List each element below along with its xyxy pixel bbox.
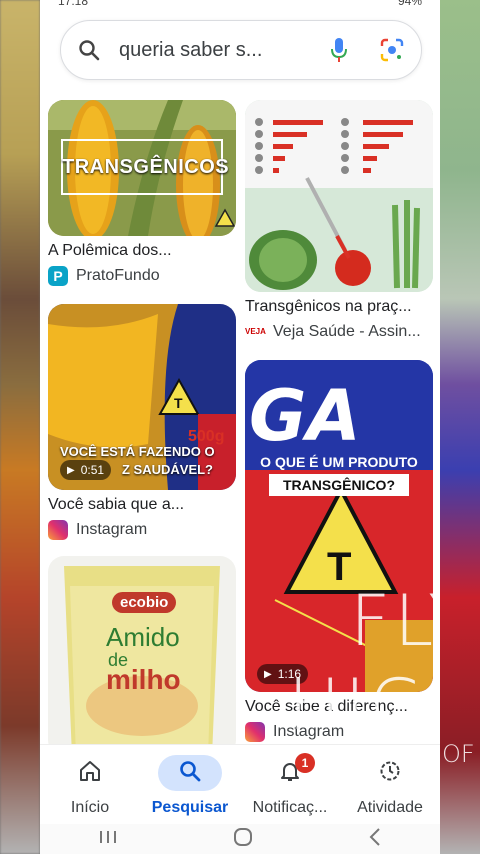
svg-text:T: T [174,395,183,411]
bottom-navigation: Início Pesquisar 1 Notificaç... Atividad… [40,744,440,824]
video-duration-4: 1:16 [277,667,302,681]
result-image-3[interactable]: T 500g VOCÊ ESTÁ FAZENDO O Z SAUDÁVEL? ▶… [48,304,236,490]
result-title-2[interactable]: Transgênicos na praç... [245,298,433,316]
search-icon [77,38,101,62]
nav-label-search: Pesquisar [151,799,229,816]
recent-apps-icon[interactable] [97,829,119,850]
back-icon[interactable] [367,827,383,852]
instagram-icon [48,520,68,540]
video-duration-3: 0:51 [80,463,105,477]
history-clock-icon [378,759,402,788]
nav-label-notifications: Notificaç... [252,799,328,816]
result-overlay-3a: VOCÊ ESTÁ FAZENDO O [60,444,215,459]
result-source-name-3: Instagram [76,521,148,538]
nav-item-search[interactable]: Pesquisar [140,745,240,824]
result-title-4[interactable]: Você sabe a diferenç... [245,698,433,716]
result-source-1: P PratoFundo [48,266,236,286]
play-icon: ▶ [264,668,272,680]
background-right [440,0,480,854]
nav-label-activity: Atividade [357,799,423,816]
notification-count-badge: 1 [295,753,315,773]
product-name-line3: milho [106,664,181,695]
result-image-4[interactable]: GA T O QUE É UM PRODUTO TRANSGÊNICO? ▶ 1… [245,360,433,692]
nav-item-notifications[interactable]: 1 Notificaç... [240,745,340,824]
phone-screen: 17:18 94% queria saber s... TRANSGÊNICOS… [40,0,440,854]
result-card-2[interactable]: Transgênicos na praç... VEJA Veja Saúde … [245,100,433,345]
microphone-icon[interactable] [329,36,349,64]
background-left [0,0,40,854]
svg-text:GA: GA [249,375,361,457]
result-overlay-4b: TRANSGÊNICO? [269,474,409,496]
result-source-name-4: Instagram [273,723,345,740]
result-source-4: Instagram [245,722,433,742]
result-image-2[interactable] [245,100,433,292]
system-navigation-bar [40,824,440,854]
status-bar: 17:18 94% [40,0,440,8]
nav-item-activity[interactable]: Atividade [340,745,440,824]
search-bar[interactable]: queria saber s... [60,20,422,80]
result-source-name-1: PratoFundo [76,267,160,284]
play-icon: ▶ [67,464,75,476]
brand-logo: ecobio [112,592,177,613]
search-icon [178,759,202,788]
result-card-4[interactable]: GA T O QUE É UM PRODUTO TRANSGÊNICO? ▶ 1… [245,360,433,745]
result-source-3: Instagram [48,520,236,540]
result-image-5[interactable]: ecobio Amido de milho [48,556,236,756]
result-title-1[interactable]: A Polêmica dos... [48,242,236,260]
veja-logo-icon: VEJA [245,322,266,342]
result-image-1[interactable]: TRANSGÊNICOS [48,100,236,236]
pratofundo-logo-icon: P [48,266,68,286]
result-source-name-2: Veja Saúde - Assin... [273,323,421,340]
status-time: 17:18 [58,0,89,8]
result-overlay-1: TRANSGÊNICOS [62,156,230,178]
svg-text:T: T [327,545,351,589]
video-duration-badge-4: ▶ 1:16 [257,664,309,684]
result-card-1[interactable]: TRANSGÊNICOS A Polêmica dos... P PratoFu… [48,100,236,290]
result-overlay-4a: O QUE É UM PRODUTO [260,454,418,470]
home-button-icon[interactable] [232,826,254,853]
search-query[interactable]: queria saber s... [119,39,329,62]
result-source-2: VEJA Veja Saúde - Assin... [245,322,433,342]
lens-camera-icon[interactable] [379,37,405,63]
product-name-line1: Amido [106,622,180,652]
result-card-5[interactable]: ecobio Amido de milho [48,556,236,756]
result-card-3[interactable]: T 500g VOCÊ ESTÁ FAZENDO O Z SAUDÁVEL? ▶… [48,304,236,544]
status-battery: 94% [397,0,422,8]
home-icon [78,759,102,788]
instagram-icon [245,722,265,742]
nav-label-home: Início [70,799,110,816]
result-overlay-3b: Z SAUDÁVEL? [122,462,213,477]
nav-item-home[interactable]: Início [40,745,140,824]
result-title-3[interactable]: Você sabia que a... [48,496,236,514]
video-duration-badge-3: ▶ 0:51 [60,460,112,480]
